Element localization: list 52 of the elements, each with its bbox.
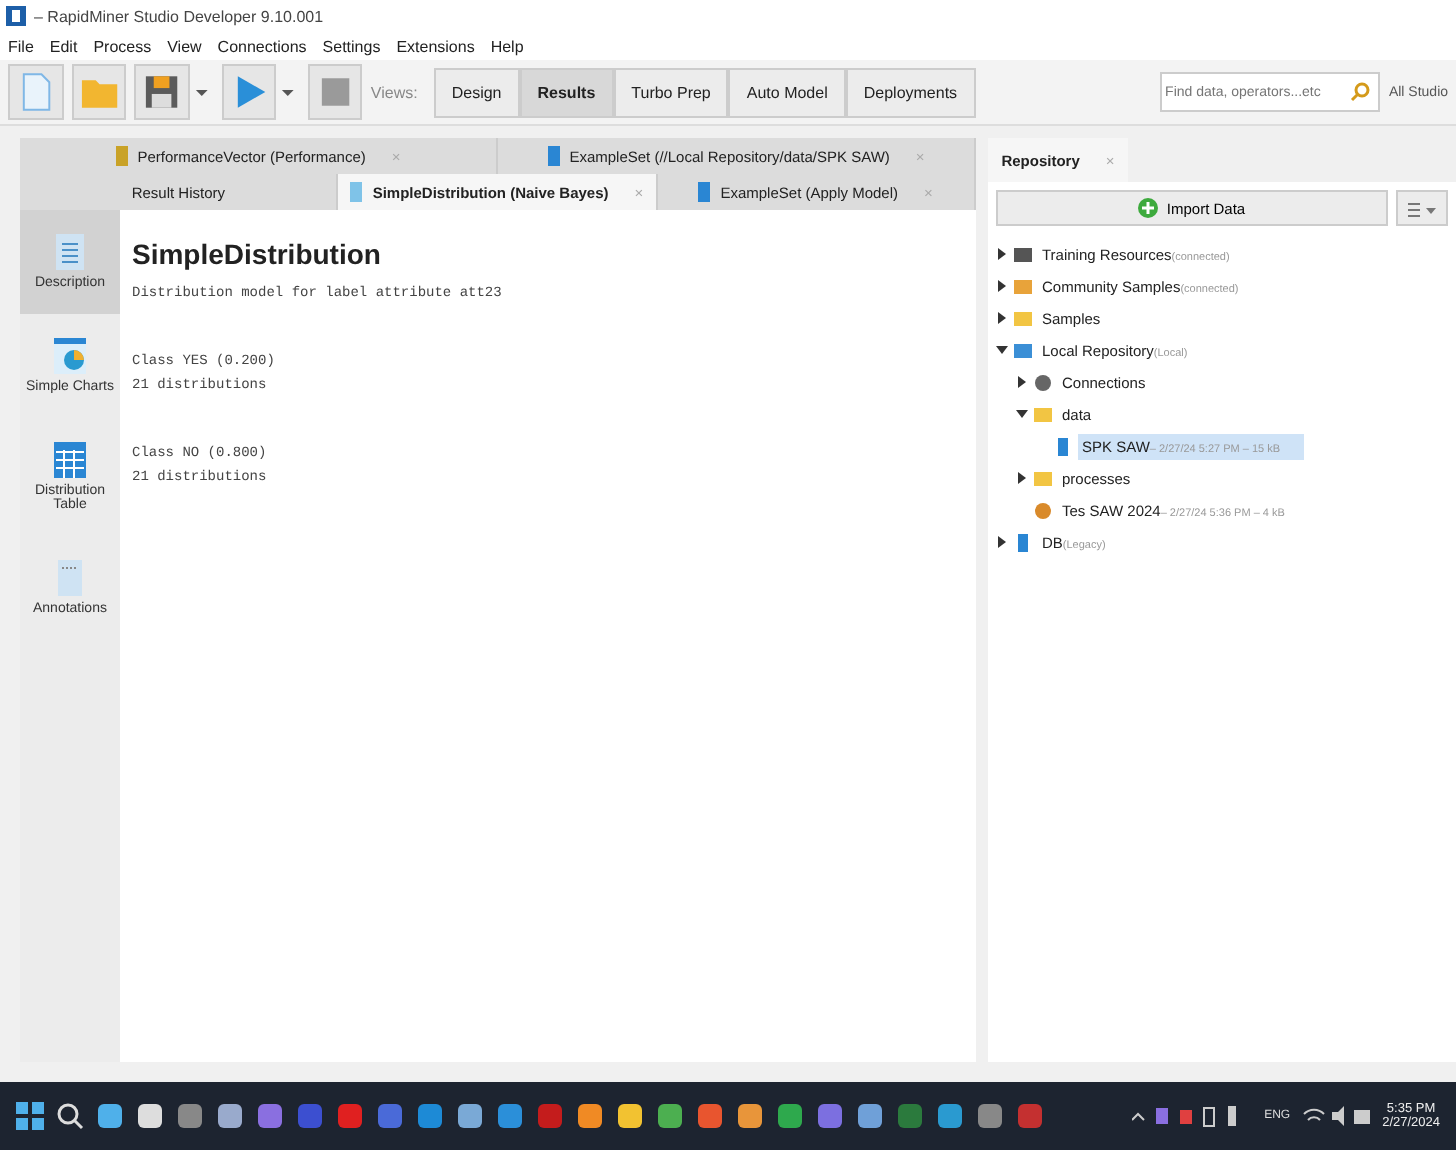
taskbar-app-icon[interactable]: [216, 1102, 244, 1130]
table-icon: [54, 442, 86, 478]
menu-item[interactable]: Help: [490, 37, 524, 55]
expand-arrow-icon[interactable]: [1016, 408, 1028, 420]
taskbar-app-icon[interactable]: [456, 1102, 484, 1130]
document-icon: [56, 234, 84, 270]
menu-item[interactable]: File: [8, 37, 34, 55]
taskbar-app-icon[interactable]: [136, 1102, 164, 1130]
menu-item[interactable]: Settings: [322, 37, 381, 55]
taskbar-app-icon[interactable]: [736, 1102, 764, 1130]
expand-arrow-icon[interactable]: [996, 536, 1008, 548]
tab-icon: [350, 182, 363, 202]
taskbar-app-icon[interactable]: [576, 1102, 604, 1130]
menu-item[interactable]: Connections: [217, 37, 307, 55]
taskbar-app-icon[interactable]: [656, 1102, 684, 1130]
view-tab[interactable]: Auto Model: [728, 67, 846, 117]
menu-item[interactable]: Edit: [49, 37, 78, 55]
app-logo-icon: [6, 6, 26, 26]
save-icon[interactable]: [134, 64, 190, 120]
menu-icon: [1408, 201, 1436, 217]
tab-icon: [115, 146, 128, 166]
tab-icon: [698, 182, 711, 202]
view-tab[interactable]: Turbo Prep: [613, 67, 729, 117]
view-tab[interactable]: Design: [433, 67, 520, 117]
menu-item[interactable]: Extensions: [396, 37, 475, 55]
tab-icon: [547, 146, 560, 166]
start-icon[interactable]: [16, 1102, 44, 1130]
expand-arrow-icon[interactable]: [996, 280, 1008, 292]
taskbar-app-icon[interactable]: [616, 1102, 644, 1130]
pie-chart-icon: [54, 338, 86, 374]
view-tab[interactable]: Results: [519, 67, 614, 117]
menu-item[interactable]: View: [167, 37, 202, 55]
expand-arrow-icon[interactable]: [996, 248, 1008, 260]
views-label: Views:: [370, 83, 418, 101]
view-tab[interactable]: Deployments: [845, 67, 976, 117]
taskbar-app-icon[interactable]: [856, 1102, 884, 1130]
plus-icon: [1138, 198, 1159, 218]
expand-arrow-icon[interactable]: [996, 312, 1008, 324]
run-icon[interactable]: [221, 64, 277, 120]
network-volume-icon[interactable]: [1302, 1104, 1371, 1128]
taskbar-app-icon[interactable]: [776, 1102, 804, 1130]
taskbar-app-icon[interactable]: [96, 1102, 124, 1130]
expand-arrow-icon[interactable]: [996, 344, 1008, 356]
note-icon: [58, 560, 82, 596]
menu-button[interactable]: [1396, 190, 1448, 226]
taskbar-app-icon[interactable]: [936, 1102, 964, 1130]
search-icon[interactable]: [56, 1102, 84, 1130]
window-title: – RapidMiner Studio Developer 9.10.001: [34, 7, 324, 25]
expand-arrow-icon[interactable]: [1016, 376, 1028, 388]
model-title: SimpleDistribution: [132, 238, 383, 270]
menu-item[interactable]: Process: [93, 37, 152, 55]
expand-arrow-icon[interactable]: [1016, 472, 1028, 484]
